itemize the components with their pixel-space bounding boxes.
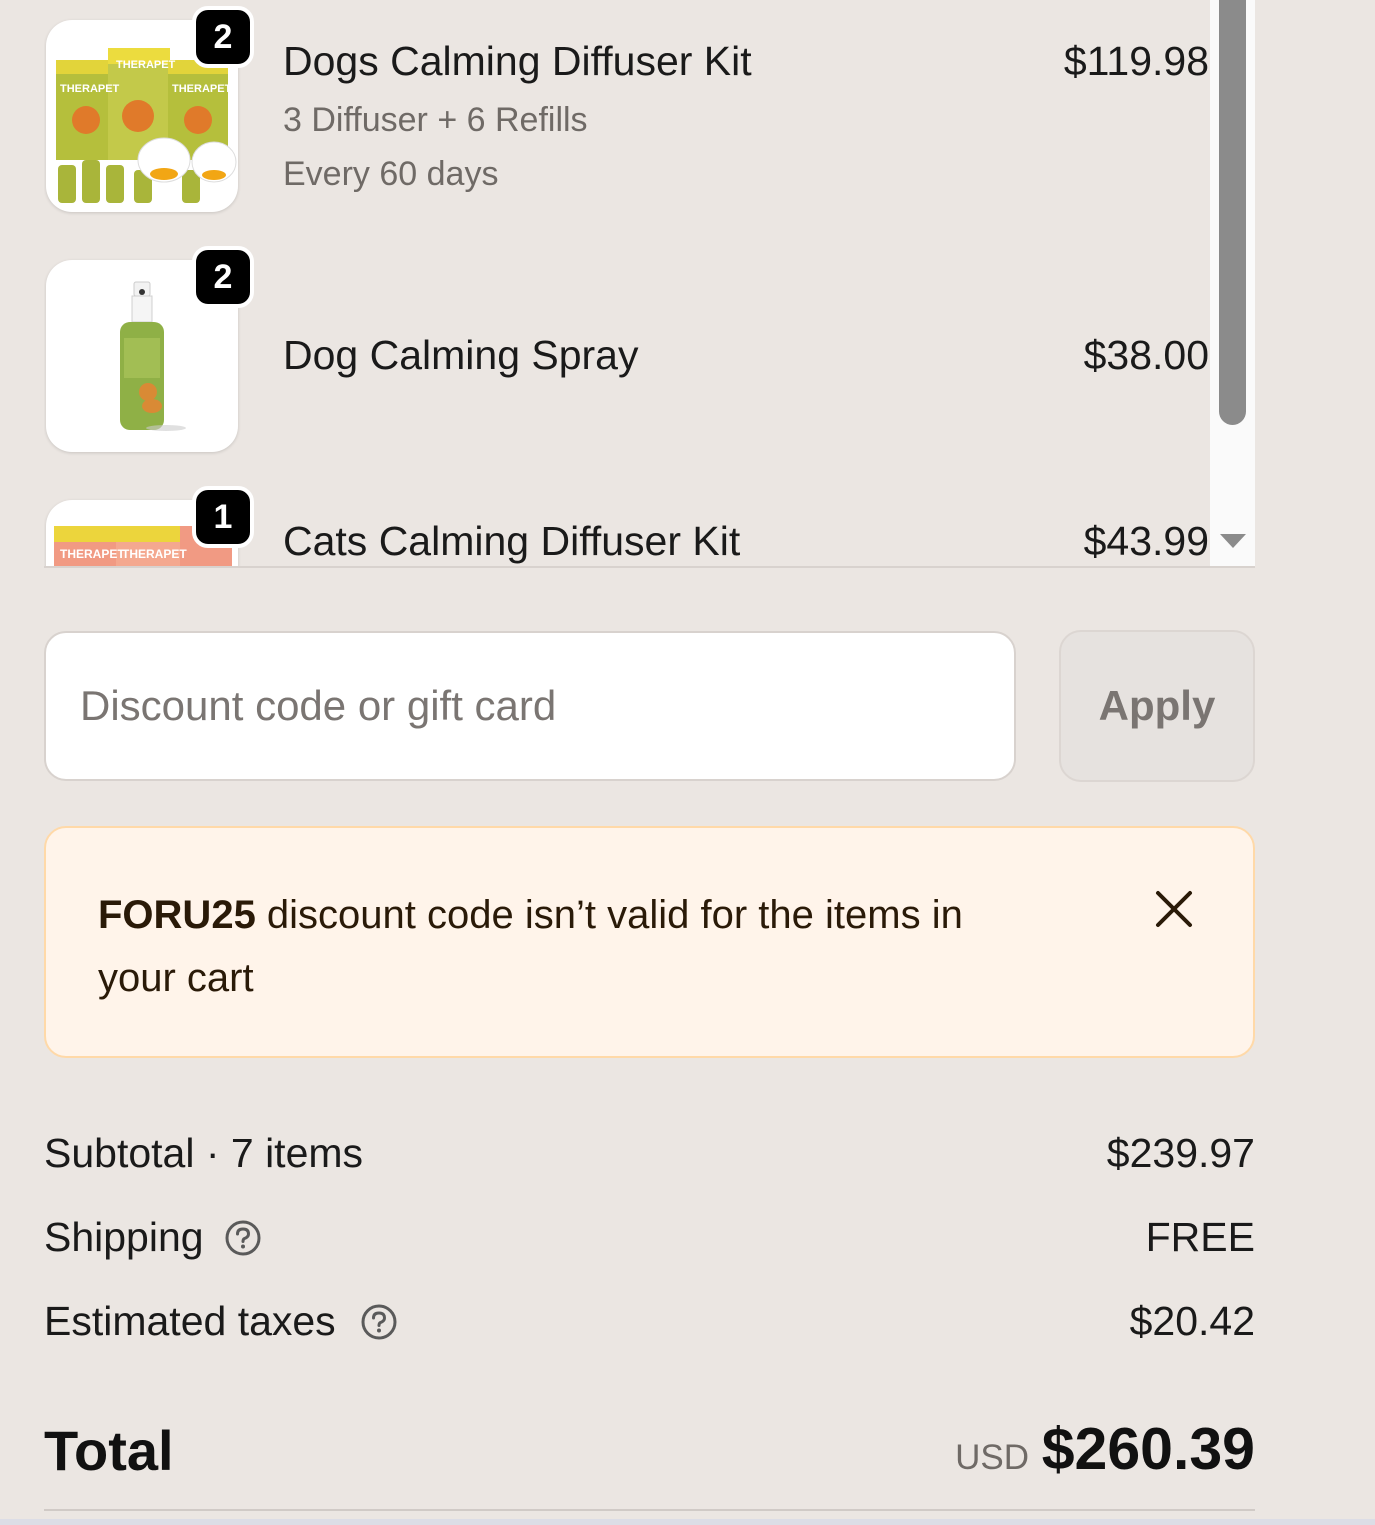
svg-text:THERAPET: THERAPET [60,547,125,561]
total-value: $260.39 [1041,1416,1255,1482]
discount-error-banner: FORU25 discount code isn’t valid for the… [44,826,1255,1058]
question-circle-icon[interactable] [224,1219,262,1257]
close-icon[interactable] [1152,887,1196,931]
quantity-badge: 2 [192,6,254,68]
discount-code-input[interactable] [44,631,1016,781]
subtotal-label: Subtotal · 7 items [44,1130,364,1176]
scrollbar-thumb[interactable] [1219,0,1246,425]
shipping-row: Shipping FREE [44,1214,1255,1274]
taxes-label-group: Estimated taxes [44,1298,398,1345]
product-name: Cats Calming Diffuser Kit [283,518,741,564]
product-price: $38.00 [1083,332,1209,378]
taxes-row: Estimated taxes $20.42 [44,1298,1255,1358]
quantity-badge: 1 [192,486,254,548]
total-currency: USD [955,1438,1029,1477]
shipping-value: FREE [1145,1214,1255,1260]
product-variant: 3 Diffuser + 6 Refills [283,101,588,139]
scroll-down-arrow-icon[interactable] [1220,534,1246,548]
cart-items-list[interactable]: THERAPET THERAPET THERAPET 2 Dogs Calmin… [44,0,1255,568]
shipping-label-group: Shipping [44,1214,262,1261]
product-name: Dogs Calming Diffuser Kit [283,38,752,84]
question-circle-icon[interactable] [360,1303,398,1341]
cart-line-item: THERAPET THERAPET THERAPET 2 Dogs Calmin… [44,0,1209,212]
discount-error-code: FORU25 [98,893,256,937]
svg-text:THERAPET: THERAPET [122,547,187,561]
taxes-value: $20.42 [1129,1298,1255,1344]
divider [44,1509,1255,1511]
total-label: Total [44,1419,174,1482]
discount-error-message: FORU25 discount code isn’t valid for the… [98,884,1038,1010]
product-name: Dog Calming Spray [283,332,639,378]
subtotal-value: $239.97 [1106,1130,1255,1176]
quantity-badge: 2 [192,246,254,308]
product-price: $43.99 [1083,518,1209,564]
svg-text:THERAPET: THERAPET [172,83,232,95]
cart-line-item: 2 Dog Calming Spray $38.00 [44,240,1209,452]
cart-line-item: THERAPET THERAPET 1 Cats Calming Diffuse… [44,480,1209,566]
apply-button[interactable]: Apply [1059,630,1255,782]
shipping-label: Shipping [44,1214,204,1260]
subscription-frequency: Every 60 days [283,155,499,193]
svg-text:THERAPET: THERAPET [116,59,176,71]
subtotal-row: Subtotal · 7 items $239.97 [44,1130,1255,1190]
product-price: $119.98 [1063,38,1209,84]
taxes-label: Estimated taxes [44,1298,336,1344]
svg-text:THERAPET: THERAPET [60,83,120,95]
bottom-edge [0,1519,1375,1525]
